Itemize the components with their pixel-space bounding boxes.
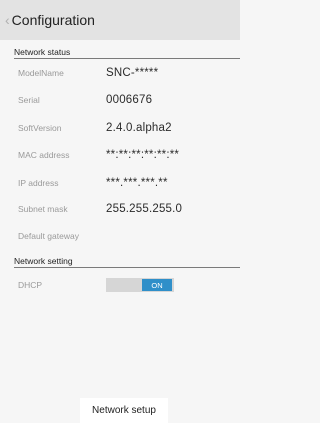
serial-label: Serial [18, 95, 40, 105]
ip-address-label: IP address [18, 178, 59, 188]
ip-address-value: ***.***.***.** [106, 177, 168, 189]
status-row-subnet-mask: Subnet mask 255.255.255.0 [18, 197, 240, 221]
status-row-default-gateway: Default gateway [18, 224, 240, 248]
model-name-label: ModelName [18, 68, 64, 78]
status-row-ip-address: IP address ***.***.***.** [18, 171, 240, 195]
subnet-mask-label: Subnet mask [18, 204, 68, 214]
mac-address-value: **:**:**:**:**:** [106, 149, 180, 161]
status-row-model-name: ModelName SNC-***** [18, 61, 240, 85]
status-row-serial: Serial 0006676 [18, 88, 240, 112]
section-heading-network-status: Network status [14, 47, 240, 59]
page-title: Configuration [11, 12, 95, 28]
soft-version-label: SoftVersion [18, 123, 62, 133]
section-heading-network-setting: Network setting [14, 256, 240, 268]
back-chevron-icon[interactable]: ‹ [5, 12, 10, 28]
network-setup-button[interactable]: Network setup [80, 398, 168, 423]
status-row-soft-version: SoftVersion 2.4.0.alpha2 [18, 116, 240, 140]
default-gateway-label: Default gateway [18, 231, 79, 241]
serial-value: 0006676 [106, 94, 153, 106]
mac-address-label: MAC address [18, 150, 70, 160]
model-name-value: SNC-***** [106, 67, 159, 79]
dhcp-toggle-on-label: ON [142, 279, 172, 291]
soft-version-value: 2.4.0.alpha2 [106, 122, 172, 134]
top-bar: ‹ Configuration [0, 0, 240, 40]
dhcp-label: DHCP [18, 280, 43, 290]
subnet-mask-value: 255.255.255.0 [106, 203, 183, 215]
status-row-mac-address: MAC address **:**:**:**:**:** [18, 143, 240, 167]
dhcp-toggle[interactable]: ON [106, 278, 174, 292]
